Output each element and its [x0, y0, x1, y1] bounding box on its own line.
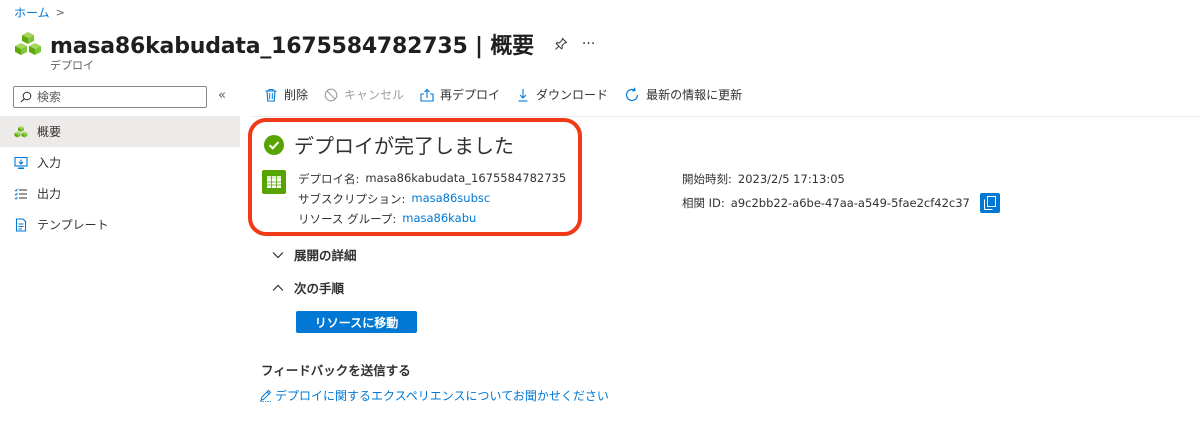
cancel-label: キャンセル: [344, 88, 405, 102]
search-icon: [20, 91, 32, 103]
resource-group-link[interactable]: masa86kabu: [402, 211, 476, 227]
status-title: デプロイが完了しました: [294, 134, 514, 158]
overview-icon: [14, 125, 28, 137]
command-bar: 削除 キャンセル 再デプロイ ダウンロード 最新の情報に更新: [264, 86, 742, 103]
trash-icon: [265, 88, 277, 102]
breadcrumb-home-link[interactable]: ホーム: [14, 4, 50, 21]
feedback-icon: [260, 389, 272, 402]
deployment-status: デプロイが完了しました: [264, 130, 514, 159]
download-icon: [518, 88, 528, 102]
success-check-icon: [264, 134, 284, 155]
sidebar-item-label: 入力: [37, 156, 62, 170]
delete-button[interactable]: 削除: [264, 86, 308, 103]
cancel-icon: [324, 88, 338, 101]
command-bar-divider: [252, 116, 1200, 117]
template-icon: [15, 217, 27, 232]
sidebar-item-label: 概要: [37, 125, 62, 139]
sidebar-item-overview[interactable]: 概要: [0, 116, 240, 147]
upload-icon: [420, 88, 434, 102]
sidebar-item-output[interactable]: 出力: [0, 178, 240, 209]
delete-label: 削除: [284, 88, 309, 102]
redeploy-button[interactable]: 再デプロイ: [420, 86, 500, 103]
sidebar-item-template[interactable]: テンプレート: [0, 209, 240, 240]
sidebar-item-label: テンプレート: [37, 218, 109, 232]
feedback-link[interactable]: デプロイに関するエクスペリエンスについてお聞かせください: [259, 387, 609, 404]
feedback-link-label: デプロイに関するエクスペリエンスについてお聞かせください: [275, 389, 609, 403]
more-options-button[interactable]: ···: [582, 36, 595, 52]
refresh-icon: [625, 87, 639, 101]
deployment-details-toggle[interactable]: 展開の詳細: [272, 245, 357, 264]
breadcrumb: ホーム >: [14, 4, 65, 21]
chevron-up-icon: [272, 284, 284, 291]
deployment-name-label: デプロイ名:: [298, 172, 360, 186]
output-icon: [14, 188, 27, 200]
subscription-row: サブスクリプション: masa86subsc: [298, 191, 566, 207]
subscription-link[interactable]: masa86subsc: [411, 191, 490, 207]
sidebar-nav: 概要 入力 出力 テンプレート: [0, 116, 240, 240]
resource-type-subtitle: デプロイ: [50, 59, 94, 72]
feedback-title: フィードバックを送信する: [261, 363, 411, 378]
deployment-name-value: masa86kabudata_1675584782735: [365, 171, 567, 185]
pin-icon[interactable]: [554, 37, 568, 51]
refresh-button[interactable]: 最新の情報に更新: [624, 86, 742, 103]
next-steps-toggle[interactable]: 次の手順: [272, 278, 344, 297]
deployment-details-label: 展開の詳細: [294, 248, 357, 263]
sidebar-search[interactable]: [13, 86, 207, 108]
correlation-id-row: 相関 ID: a9c2bb22-a6be-47aa-a549-5fae2cf42…: [682, 193, 1000, 213]
title-actions: ···: [554, 36, 595, 52]
download-label: ダウンロード: [536, 88, 609, 102]
title-row: masa86kabudata_1675584782735 | 概要 ···: [14, 28, 595, 60]
collapse-sidebar-button[interactable]: «: [218, 88, 226, 103]
start-time-value: 2023/2/5 17:13:05: [737, 172, 845, 186]
copy-icon: [983, 196, 996, 210]
input-icon: [14, 156, 28, 169]
deployment-details: デプロイ名: masa86kabudata_1675584782735 サブスク…: [262, 170, 566, 227]
sidebar-item-input[interactable]: 入力: [0, 147, 240, 178]
start-time-label: 開始時刻:: [682, 172, 732, 186]
sidebar-item-label: 出力: [37, 187, 62, 201]
subscription-label: サブスクリプション:: [298, 192, 406, 206]
page-title: masa86kabudata_1675584782735 | 概要: [50, 34, 534, 59]
deployment-template-icon: [262, 170, 286, 194]
deployment-info: 開始時刻: 2023/2/5 17:13:05 相関 ID: a9c2bb22-…: [682, 171, 1000, 213]
cancel-button[interactable]: キャンセル: [324, 86, 404, 103]
search-input[interactable]: [37, 90, 197, 104]
next-steps-label: 次の手順: [294, 281, 345, 296]
resource-group-row: リソース グループ: masa86kabu: [298, 211, 566, 227]
start-time-row: 開始時刻: 2023/2/5 17:13:05: [682, 171, 1000, 187]
chevron-down-icon: [272, 251, 284, 258]
refresh-label: 最新の情報に更新: [646, 88, 743, 102]
sidebar: « 概要 入力: [0, 80, 240, 426]
go-to-resource-button[interactable]: リソースに移動: [296, 311, 417, 333]
correlation-id-value: a9c2bb22-a6be-47aa-a549-5fae2cf42c37: [730, 196, 970, 210]
download-button[interactable]: ダウンロード: [516, 86, 608, 103]
correlation-id-label: 相関 ID:: [682, 196, 725, 210]
deployment-detail-lines: デプロイ名: masa86kabudata_1675584782735 サブスク…: [298, 170, 566, 227]
deployment-cubes-icon: [15, 32, 41, 55]
copy-button[interactable]: [979, 193, 1000, 213]
breadcrumb-separator: >: [55, 6, 65, 19]
redeploy-label: 再デプロイ: [440, 88, 501, 102]
deployment-name-row: デプロイ名: masa86kabudata_1675584782735: [298, 171, 566, 187]
resource-group-label: リソース グループ:: [298, 212, 397, 226]
